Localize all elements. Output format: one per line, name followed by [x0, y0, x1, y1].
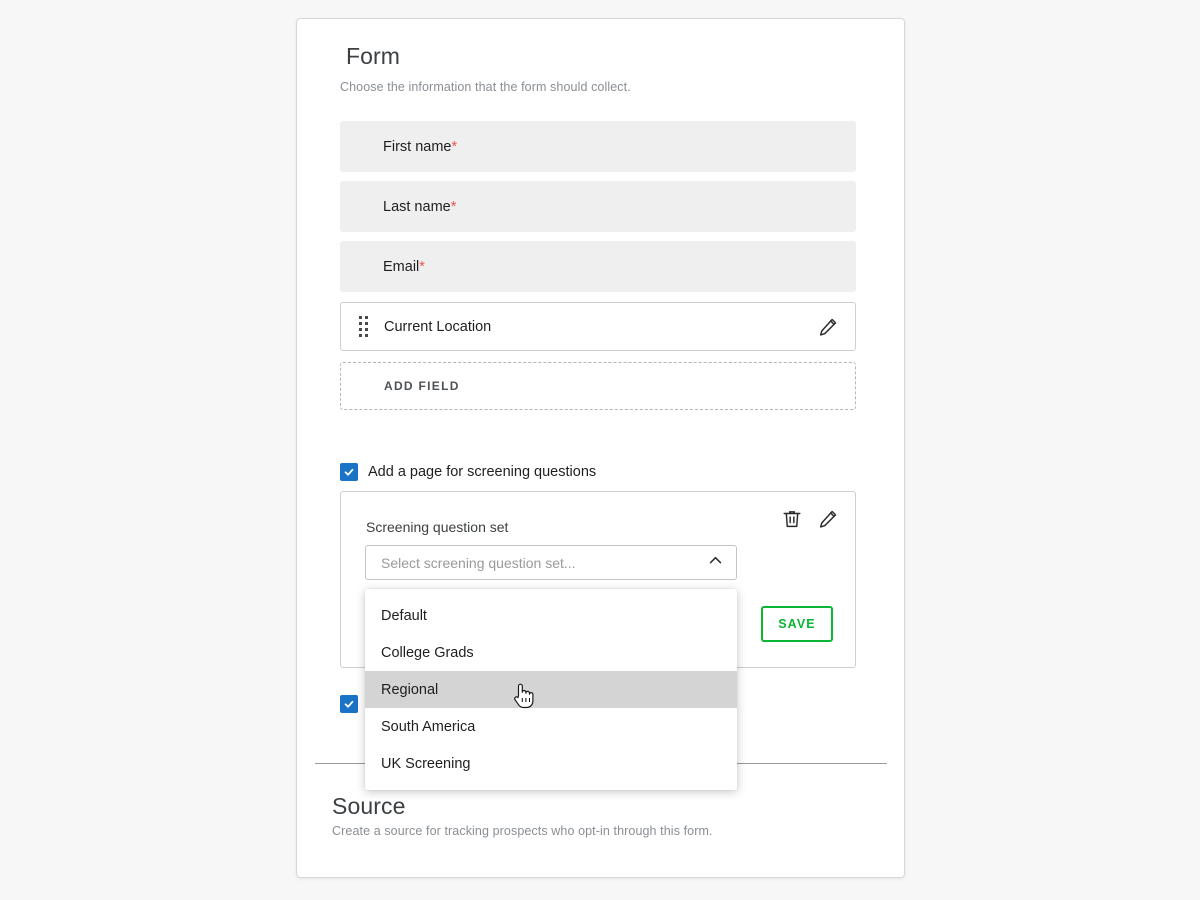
checkbox-screening-questions[interactable]	[340, 463, 358, 481]
screening-question-set-select[interactable]: Select screening question set...	[365, 545, 737, 580]
checkbox-screening-label: Add a page for screening questions	[368, 464, 597, 480]
panel-icon-group	[781, 508, 839, 530]
form-field-current-location[interactable]: Current Location	[340, 302, 856, 351]
pencil-icon[interactable]	[817, 508, 839, 530]
checkbox-second-option[interactable]	[340, 695, 358, 713]
page-title: Form	[346, 43, 401, 69]
pencil-icon[interactable]	[817, 316, 839, 338]
dropdown-option-south-america[interactable]: South America	[365, 708, 737, 745]
source-section-title: Source	[332, 793, 406, 819]
required-marker: *	[419, 258, 425, 275]
required-marker: *	[451, 138, 458, 155]
source-section-subtitle: Create a source for tracking prospects w…	[332, 824, 713, 838]
required-marker: *	[450, 198, 457, 215]
screening-checkbox-row[interactable]: Add a page for screening questions	[340, 463, 596, 481]
form-subtitle: Choose the information that the form sho…	[340, 80, 631, 94]
form-field-label: Current Location	[384, 318, 492, 335]
form-field-first-name[interactable]: First name*	[340, 121, 856, 172]
select-placeholder-text: Select screening question set...	[381, 554, 576, 571]
second-checkbox-row[interactable]	[340, 695, 368, 713]
dropdown-option-uk-screening[interactable]: UK Screening	[365, 745, 737, 782]
form-field-label: Email*	[383, 258, 425, 275]
form-field-label: Last name*	[383, 198, 457, 215]
dropdown-option-default[interactable]: Default	[365, 597, 737, 634]
add-field-button[interactable]: ADD FIELD	[340, 362, 856, 410]
form-field-email[interactable]: Email*	[340, 241, 856, 292]
chevron-up-icon[interactable]	[707, 552, 724, 574]
dropdown-option-college-grads[interactable]: College Grads	[365, 634, 737, 671]
add-field-label: ADD FIELD	[384, 379, 460, 393]
form-field-label: First name*	[383, 138, 458, 155]
dropdown-option-regional[interactable]: Regional	[365, 671, 737, 708]
trash-icon[interactable]	[781, 508, 803, 530]
screening-panel-label: Screening question set	[366, 519, 509, 535]
screening-question-set-dropdown[interactable]: Default College Grads Regional South Ame…	[365, 589, 737, 790]
form-field-last-name[interactable]: Last name*	[340, 181, 856, 232]
drag-handle-icon[interactable]	[359, 315, 368, 338]
save-button[interactable]: SAVE	[761, 606, 833, 642]
